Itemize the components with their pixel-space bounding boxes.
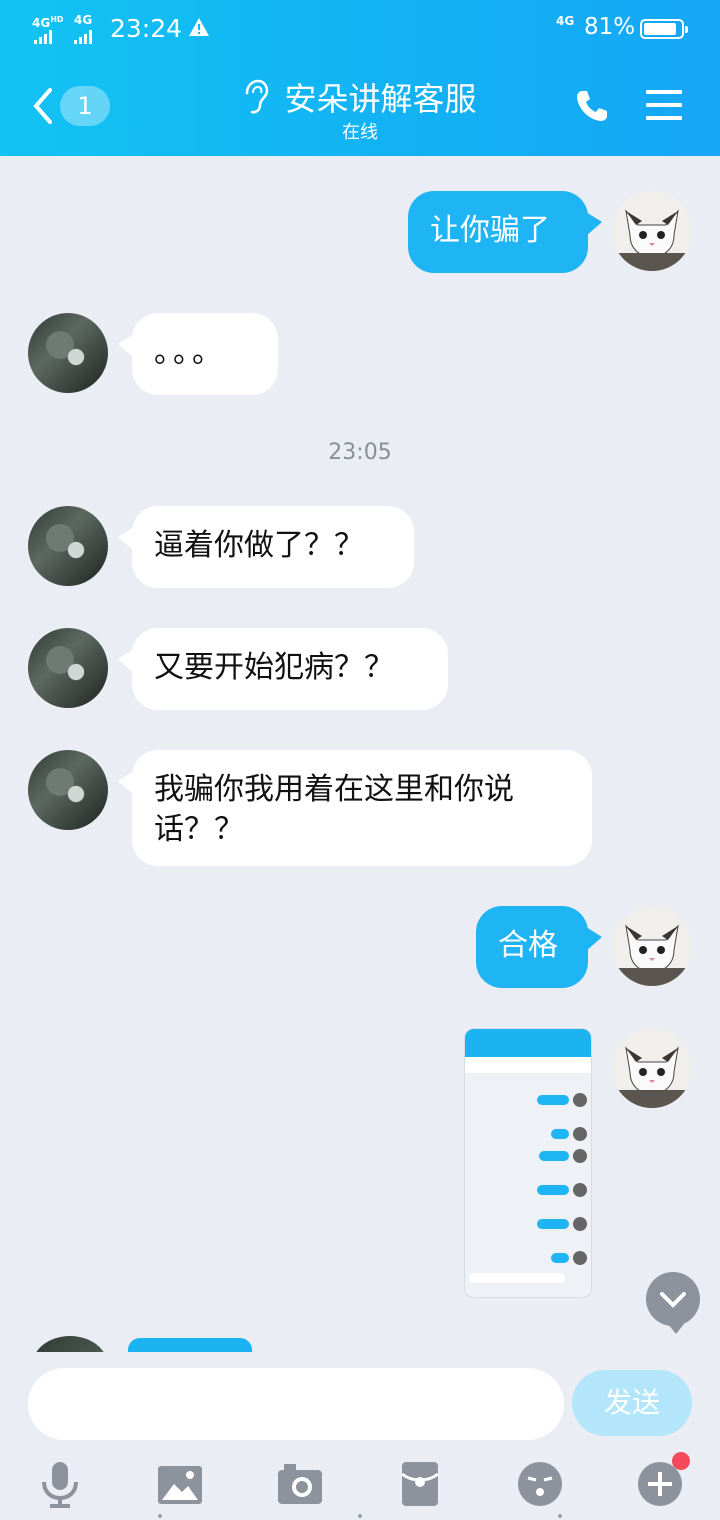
message-bubble-outgoing[interactable]: 让你骗了 [408, 191, 588, 273]
cat-avatar-image [612, 1028, 692, 1108]
contact-avatar[interactable] [28, 313, 108, 393]
ear-icon [246, 79, 269, 114]
image-icon[interactable] [156, 1460, 204, 1508]
image-message-thumbnail[interactable] [128, 1338, 252, 1352]
contact-avatar[interactable] [28, 628, 108, 708]
chevron-down-icon [660, 1292, 686, 1308]
message-bubble-outgoing[interactable]: 合格 [476, 906, 588, 988]
contact-avatar[interactable] [28, 506, 108, 586]
phone-call-icon[interactable] [574, 88, 610, 124]
signal-label-2: 4G [74, 13, 93, 27]
bubble-tail [586, 927, 602, 951]
status-bar: 4GHD 4G 23:24 4G 81% [0, 12, 720, 48]
mic-icon[interactable] [36, 1460, 84, 1508]
message-bubble-incoming[interactable]: 逼着你做了？？ [132, 506, 414, 588]
my-avatar[interactable] [612, 906, 692, 986]
network-label: 4G [556, 14, 575, 28]
contact-avatar[interactable] [32, 1336, 108, 1352]
status-time: 23:24 [110, 14, 183, 43]
menu-icon[interactable] [646, 90, 682, 122]
message-text: 。。。 [154, 335, 226, 370]
emoji-icon[interactable] [516, 1460, 564, 1508]
red-packet-icon[interactable] [396, 1460, 444, 1508]
message-bubble-incoming[interactable]: 又要开始犯病？？ [132, 628, 448, 710]
page-indicator-dot [558, 1514, 562, 1518]
notification-dot [672, 1452, 690, 1470]
message-text: 逼着你做了？？ [154, 528, 364, 563]
battery-icon [640, 19, 688, 39]
message-bubble-incoming[interactable]: 我骗你我用着在这里和你说话？？ [132, 750, 592, 866]
image-message-thumbnail[interactable] [464, 1028, 592, 1298]
bubble-tail [586, 212, 602, 236]
message-text: 我骗你我用着在这里和你说话？？ [154, 772, 514, 847]
contact-avatar[interactable] [28, 750, 108, 830]
camera-icon[interactable] [276, 1460, 324, 1508]
chat-title: 安朵讲解客服 [284, 80, 477, 118]
my-avatar[interactable] [612, 1028, 692, 1108]
scroll-to-bottom-button[interactable] [646, 1272, 700, 1334]
warning-icon [189, 18, 209, 36]
message-timestamp: 23:05 [328, 440, 392, 465]
page-indicator-dot [158, 1514, 162, 1518]
message-list[interactable]: 让你骗了 。。。 23:05 逼着你做了？？ 又要开始犯病？？ 我骗你我用着在这… [0, 156, 720, 1352]
message-text: 合格 [498, 928, 558, 963]
title-area: 安朵讲解客服 [0, 74, 720, 120]
cat-avatar-image [612, 191, 692, 271]
message-text: 又要开始犯病？？ [154, 650, 394, 685]
online-status: 在线 [342, 122, 378, 143]
message-text: 让你骗了 [430, 213, 550, 248]
cat-avatar-image [612, 906, 692, 986]
signal-label-1: 4GHD [32, 15, 64, 30]
chat-header: 4GHD 4G 23:24 4G 81% 1 安朵讲解客服 在线 [0, 0, 720, 156]
send-button[interactable]: 发送 [572, 1370, 692, 1436]
page-indicator-dot [358, 1514, 362, 1518]
input-bar: 发送 [0, 1352, 720, 1520]
message-bubble-incoming[interactable]: 。。。 [132, 313, 278, 395]
message-input[interactable] [28, 1368, 564, 1440]
battery-percent: 81% [584, 14, 636, 40]
my-avatar[interactable] [612, 191, 692, 271]
